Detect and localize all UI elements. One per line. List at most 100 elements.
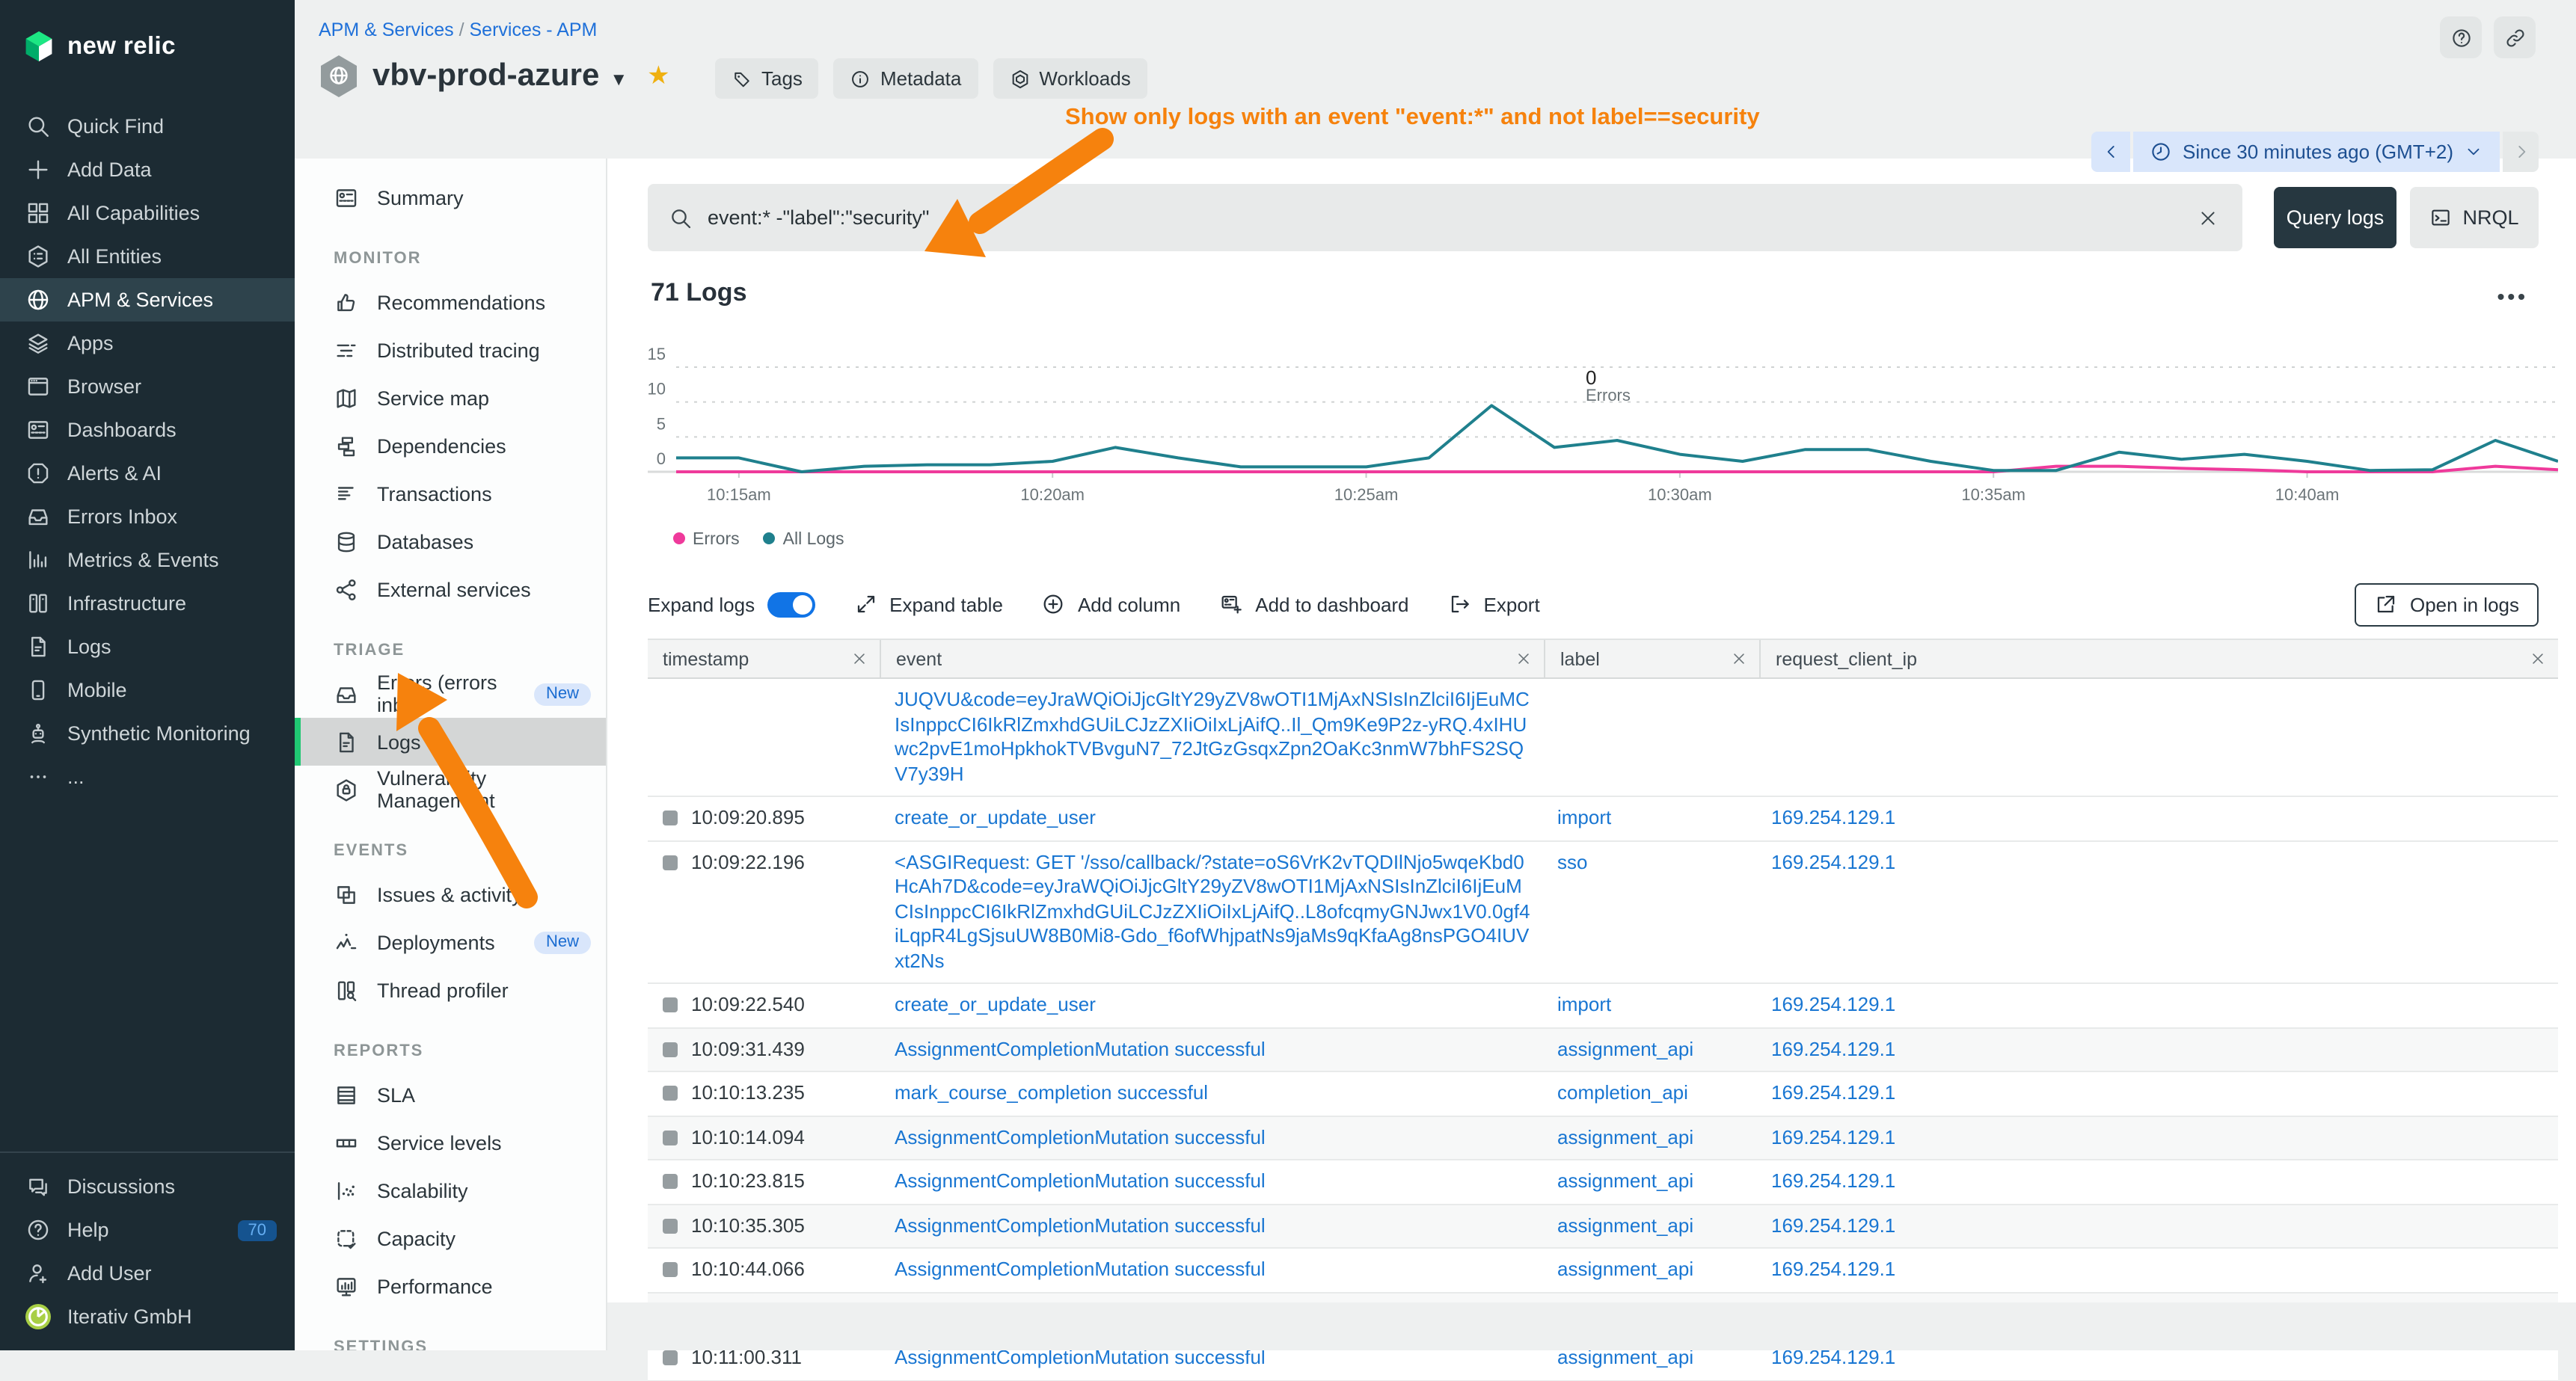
remove-column-icon[interactable] (1731, 650, 1747, 667)
nav-item-issues-activity[interactable]: Issues & activity (295, 870, 606, 918)
remove-column-icon[interactable] (2530, 650, 2546, 667)
request-client-ip-link[interactable]: 169.254.129.1 (1771, 1169, 1895, 1192)
request-client-ip-link[interactable]: 169.254.129.1 (1771, 1258, 1895, 1280)
nav-item-errors-errors-inb[interactable]: Errors (errors inb...New (295, 670, 606, 718)
nav-item-summary[interactable]: Summary (295, 173, 606, 221)
sidebar-item-browser[interactable]: Browser (0, 365, 295, 408)
row-checkbox[interactable] (663, 1263, 678, 1278)
event-link[interactable]: JUQVU&code=eyJraWQiOiJjcGltY29yZV8wOTI1M… (895, 688, 1530, 784)
expand-logs-toggle[interactable]: Expand logs (648, 591, 815, 617)
column-header-event[interactable]: event (880, 640, 1544, 677)
table-row[interactable]: 10:09:22.196<ASGIRequest: GET '/sso/call… (648, 841, 2558, 984)
sidebar-item-all-entities[interactable]: All Entities (0, 235, 295, 278)
nav-item-sla[interactable]: SLA (295, 1071, 606, 1119)
remove-column-icon[interactable] (851, 650, 868, 667)
event-link[interactable]: create_or_update_user (895, 806, 1096, 828)
table-row[interactable]: 10:10:44.066AssignmentCompletionMutation… (648, 1249, 2558, 1293)
column-header-request-client-ip[interactable]: request_client_ip (1759, 640, 2558, 677)
clear-search-icon[interactable] (2198, 207, 2218, 228)
sidebar-footer-add-user[interactable]: Add User (0, 1252, 295, 1295)
request-client-ip-link[interactable]: 169.254.129.1 (1771, 1125, 1895, 1148)
entity-chevron-down-icon[interactable]: ▼ (610, 68, 628, 89)
chart-more-menu[interactable]: ••• (2497, 284, 2528, 308)
sidebar-footer-help[interactable]: Help70 (0, 1208, 295, 1252)
logs-timeseries-chart[interactable]: 15105010:15am10:20am10:25am10:30am10:35a… (648, 335, 2558, 508)
request-client-ip-link[interactable]: 169.254.129.1 (1771, 993, 1895, 1015)
label-link[interactable]: import (1557, 806, 1611, 828)
label-link[interactable]: completion_api (1557, 1081, 1688, 1104)
breadcrumb-services-apm[interactable]: Services - APM (470, 19, 598, 40)
event-link[interactable]: AssignmentCompletionMutation successful (895, 1258, 1266, 1280)
time-forward-button[interactable] (2503, 132, 2539, 172)
open-in-logs-button[interactable]: Open in logs (2355, 582, 2539, 626)
table-row[interactable]: 10:10:13.235mark_course_completion succe… (648, 1072, 2558, 1116)
remove-column-icon[interactable] (1515, 650, 1532, 667)
nav-item-logs[interactable]: Logs (295, 718, 606, 766)
add-to-dashboard-button[interactable]: Add to dashboard (1219, 592, 1408, 616)
sidebar-item-errors-inbox[interactable]: Errors Inbox (0, 495, 295, 538)
table-row[interactable]: 10:09:22.540create_or_update_userimport1… (648, 984, 2558, 1028)
time-range-button[interactable]: Since 30 minutes ago (GMT+2) (2133, 132, 2500, 172)
legend-all-logs[interactable]: All Logs (764, 531, 844, 549)
nav-item-dependencies[interactable]: Dependencies (295, 422, 606, 470)
sidebar-item-apm-services[interactable]: APM & Services (0, 278, 295, 322)
sidebar-item-infrastructure[interactable]: Infrastructure (0, 582, 295, 625)
sidebar-item-logs[interactable]: Logs (0, 625, 295, 668)
request-client-ip-link[interactable]: 169.254.129.1 (1771, 1081, 1895, 1104)
legend-errors[interactable]: Errors (673, 531, 740, 549)
label-link[interactable]: assignment_api (1557, 1258, 1693, 1280)
label-link[interactable]: assignment_api (1557, 1214, 1693, 1236)
event-link[interactable]: AssignmentCompletionMutation successful (895, 1169, 1266, 1192)
nav-item-recommendations[interactable]: Recommendations (295, 278, 606, 326)
nav-item-service-map[interactable]: Service map (295, 374, 606, 422)
permalink-button[interactable] (2494, 16, 2536, 58)
sidebar-footer-iterativ-gmbh[interactable]: Iterativ GmbH (0, 1295, 295, 1338)
nav-item-transactions[interactable]: Transactions (295, 470, 606, 517)
favorite-star-icon[interactable]: ★ (647, 61, 670, 90)
sidebar-item-metrics-events[interactable]: Metrics & Events (0, 538, 295, 582)
row-checkbox[interactable] (663, 1351, 678, 1366)
sidebar-item-all-capabilities[interactable]: All Capabilities (0, 191, 295, 235)
nav-item-thread-profiler[interactable]: Thread profiler (295, 966, 606, 1014)
request-client-ip-link[interactable]: 169.254.129.1 (1771, 1214, 1895, 1236)
label-link[interactable]: assignment_api (1557, 1169, 1693, 1192)
sidebar-item-add-data[interactable]: Add Data (0, 148, 295, 191)
nav-item-scalability[interactable]: Scalability (295, 1166, 606, 1214)
event-link[interactable]: AssignmentCompletionMutation successful (895, 1214, 1266, 1236)
sidebar-item-apps[interactable]: Apps (0, 322, 295, 365)
row-checkbox[interactable] (663, 855, 678, 870)
event-link[interactable]: AssignmentCompletionMutation successful (895, 1037, 1266, 1059)
toggle-on-icon[interactable] (767, 591, 815, 617)
nav-item-distributed-tracing[interactable]: Distributed tracing (295, 326, 606, 374)
new-relic-logo[interactable]: new relic (0, 0, 295, 72)
metadata-button[interactable]: Metadata (834, 58, 978, 99)
row-checkbox[interactable] (663, 811, 678, 826)
nav-item-databases[interactable]: Databases (295, 517, 606, 565)
sidebar-footer-discussions[interactable]: Discussions (0, 1165, 295, 1208)
label-link[interactable]: assignment_api (1557, 1125, 1693, 1148)
nav-item-service-levels[interactable]: Service levels (295, 1119, 606, 1166)
table-row[interactable]: 10:09:20.895create_or_update_userimport1… (648, 797, 2558, 841)
sidebar-item-dashboards[interactable]: Dashboards (0, 408, 295, 452)
nav-item-external-services[interactable]: External services (295, 565, 606, 613)
tags-button[interactable]: Tags (715, 58, 819, 99)
table-row[interactable]: 10:09:31.439AssignmentCompletionMutation… (648, 1028, 2558, 1072)
row-checkbox[interactable] (663, 1131, 678, 1145)
nav-item-vulnerability-management[interactable]: Vulnerability Management (295, 766, 606, 813)
sidebar-item-alerts-ai[interactable]: Alerts & AI (0, 452, 295, 495)
help-button[interactable] (2440, 16, 2482, 58)
nrql-button[interactable]: NRQL (2410, 187, 2539, 248)
sidebar-item-item[interactable]: ... (0, 755, 295, 799)
label-link[interactable]: sso (1557, 850, 1587, 873)
event-link[interactable]: AssignmentCompletionMutation successful (895, 1125, 1266, 1148)
add-column-button[interactable]: Add column (1042, 592, 1180, 616)
search-query-value[interactable]: event:* -"label":"security" (708, 206, 2198, 229)
nav-item-performance[interactable]: Performance (295, 1262, 606, 1310)
breadcrumb-apm-services[interactable]: APM & Services (319, 19, 454, 40)
sidebar-item-synthetic-monitoring[interactable]: Synthetic Monitoring (0, 712, 295, 755)
workloads-button[interactable]: Workloads (993, 58, 1147, 99)
label-link[interactable]: import (1557, 993, 1611, 1015)
row-checkbox[interactable] (663, 998, 678, 1013)
query-logs-button[interactable]: Query logs (2274, 187, 2396, 248)
column-header-timestamp[interactable]: timestamp (648, 640, 880, 677)
